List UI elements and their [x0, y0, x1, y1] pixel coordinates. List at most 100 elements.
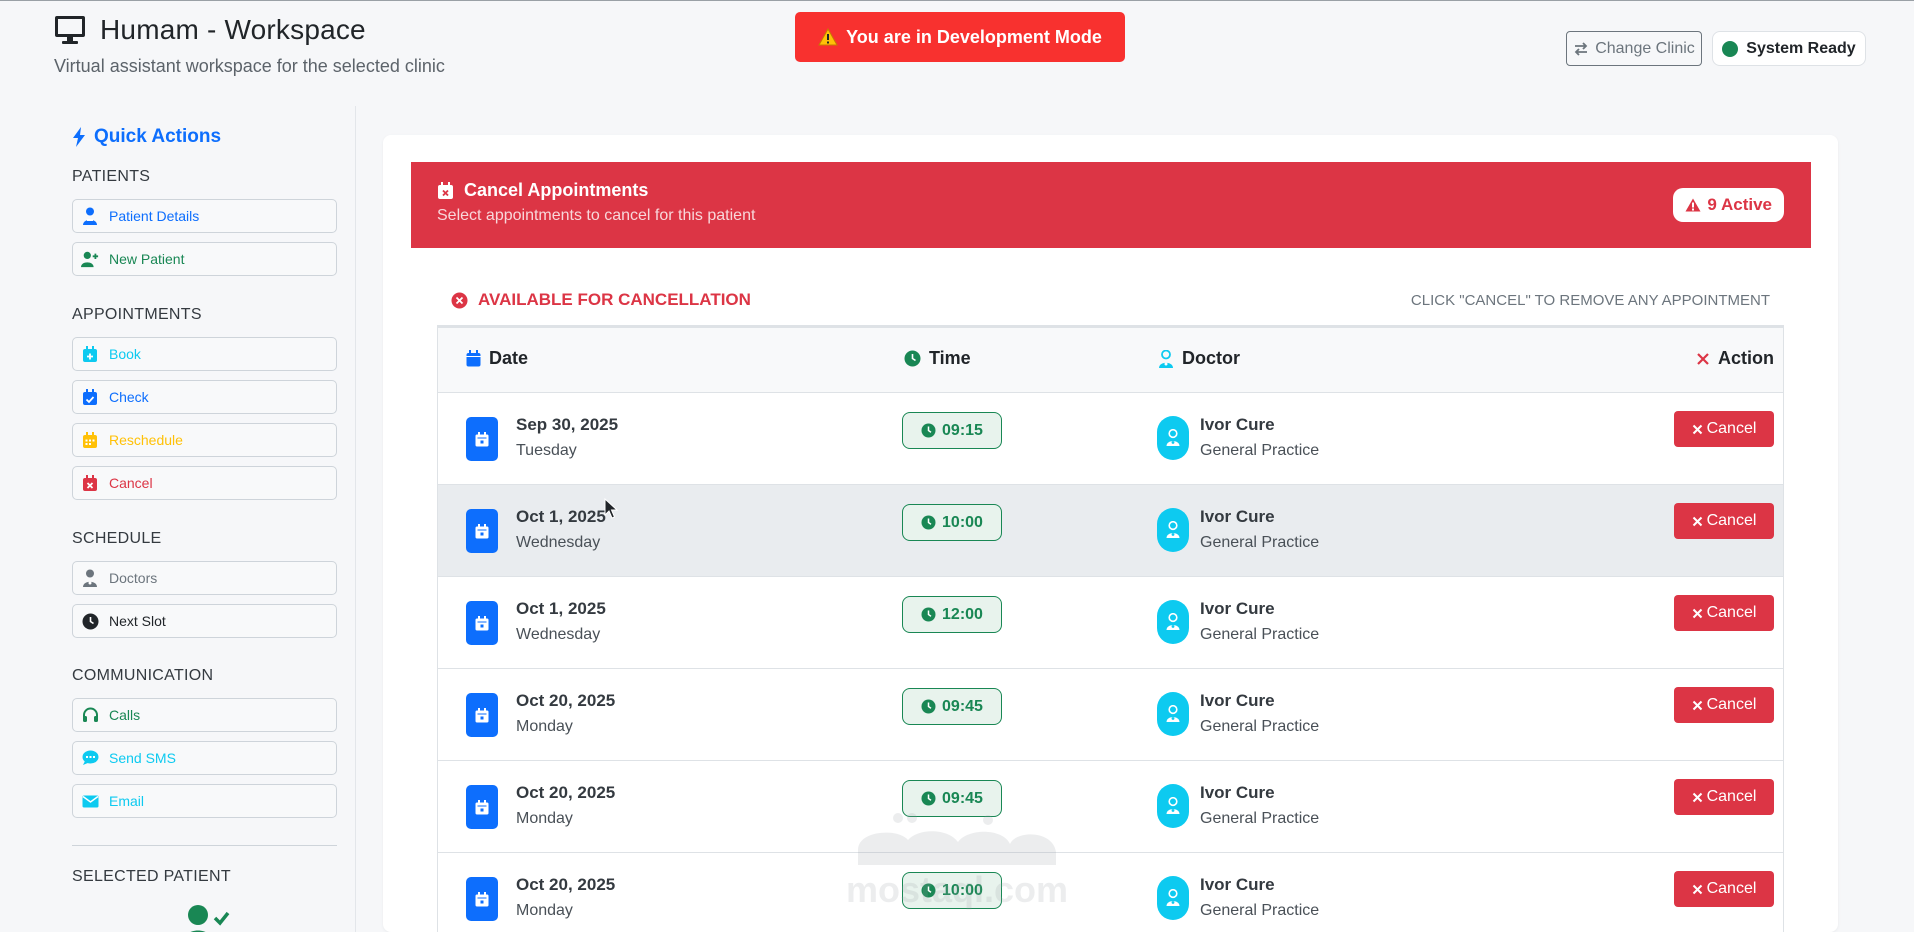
- check-button[interactable]: Check: [72, 380, 337, 414]
- table-row: Sep 30, 2025 Tuesday 09:15 Ivor Cure General…: [438, 392, 1783, 484]
- cancel-button-label: Cancel: [1706, 420, 1757, 437]
- calendar-check-icon: [81, 388, 99, 406]
- cancel-appointment-button[interactable]: Cancel: [1674, 687, 1774, 723]
- envelope-icon: [81, 792, 99, 810]
- cancel-title-text: Cancel Appointments: [464, 180, 649, 200]
- appointment-time: 12:00: [942, 605, 983, 623]
- appointment-weekday: Monday: [516, 718, 573, 735]
- next-slot-button[interactable]: Next Slot: [72, 604, 337, 638]
- calendar-day-icon: [466, 693, 498, 737]
- appointment-time-badge: 12:00: [902, 596, 1002, 633]
- available-bar: AVAILABLE FOR CANCELLATION CLICK "CANCEL…: [437, 280, 1784, 326]
- patient-details-button[interactable]: Patient Details: [72, 199, 337, 233]
- calendar-day-icon: [466, 417, 498, 461]
- col-action: Action: [1696, 348, 1774, 369]
- doctor-name: Ivor Cure: [1200, 415, 1275, 434]
- send-sms-label: Send SMS: [109, 750, 176, 766]
- watermark-logo: mostaql.com: [846, 813, 1068, 910]
- next-slot-label: Next Slot: [109, 613, 166, 629]
- cancel-appointment-button[interactable]: Cancel: [1674, 779, 1774, 815]
- appointment-date: Oct 1, 2025: [516, 599, 606, 618]
- calls-button[interactable]: Calls: [72, 698, 337, 732]
- appointment-date: Oct 1, 2025: [516, 507, 606, 526]
- email-button[interactable]: Email: [72, 784, 337, 818]
- clock-icon: [81, 612, 99, 630]
- calendar-day-icon: [466, 509, 498, 553]
- col-doctor-label: Doctor: [1182, 348, 1240, 368]
- xmark-icon: [1692, 884, 1703, 895]
- doctor-specialty: General Practice: [1200, 534, 1320, 551]
- appointment-date: Oct 20, 2025: [516, 783, 616, 802]
- bolt-icon: [73, 127, 85, 147]
- table-row: Oct 1, 2025 Wednesday 12:00 Ivor Cure Genera…: [438, 576, 1783, 668]
- dev-mode-banner: You are in Development Mode: [795, 12, 1125, 62]
- calendar-days-icon: [81, 431, 99, 449]
- cancel-appointments-header: Cancel Appointments Select appointments …: [411, 162, 1811, 248]
- quick-actions-sidebar: Quick Actions PATIENTS Patient Details N…: [0, 106, 356, 932]
- quick-actions-title: Quick Actions: [72, 126, 221, 148]
- appointments-table-wrap: AVAILABLE FOR CANCELLATION CLICK "CANCEL…: [437, 280, 1784, 932]
- clock-icon: [921, 515, 936, 530]
- doctor-name: Ivor Cure: [1200, 507, 1275, 526]
- xmark-icon: [1692, 424, 1703, 435]
- doctors-button[interactable]: Doctors: [72, 561, 337, 595]
- cancel-appointment-button[interactable]: Cancel: [1674, 871, 1774, 907]
- user-doctor-icon: [1159, 349, 1173, 368]
- watermark-text: mostaql.com: [846, 869, 1068, 910]
- active-count-badge: 9 Active: [1673, 188, 1784, 222]
- warning-icon: [818, 28, 838, 46]
- table-header: Date Time Doctor Action: [438, 328, 1783, 392]
- available-title-text: AVAILABLE FOR CANCELLATION: [478, 290, 751, 309]
- calendar-plus-icon: [81, 345, 99, 363]
- cancel-nav-button[interactable]: Cancel: [72, 466, 337, 500]
- exchange-icon: [1574, 41, 1588, 56]
- appointment-weekday: Wednesday: [516, 626, 601, 643]
- sidebar-divider: [72, 845, 337, 846]
- appointment-time-badge: 09:45: [902, 688, 1002, 725]
- new-patient-label: New Patient: [109, 251, 185, 267]
- appointment-weekday: Tuesday: [516, 442, 577, 459]
- quick-actions-label: Quick Actions: [94, 126, 222, 147]
- cancel-button-label: Cancel: [1706, 604, 1757, 621]
- cancel-button-label: Cancel: [1706, 696, 1757, 713]
- doctors-label: Doctors: [109, 570, 158, 586]
- cancel-button-label: Cancel: [1706, 512, 1757, 529]
- table-row: Oct 20, 2025 Monday 09:45 Ivor Cure General …: [438, 760, 1783, 852]
- sms-icon: [81, 749, 99, 767]
- reschedule-button[interactable]: Reschedule: [72, 423, 337, 457]
- book-label: Book: [109, 346, 141, 362]
- check-label: Check: [109, 389, 149, 405]
- calendar-day-icon: [466, 877, 498, 921]
- xmark-icon: [1692, 700, 1703, 711]
- appointment-weekday: Wednesday: [516, 534, 601, 551]
- doctor-avatar-icon: [1157, 416, 1189, 460]
- section-appointments: APPOINTMENTS: [72, 306, 202, 323]
- doctor-avatar-icon: [1157, 508, 1189, 552]
- appointment-date: Oct 20, 2025: [516, 691, 616, 710]
- cancel-button-label: Cancel: [1706, 880, 1757, 897]
- cancel-hint: CLICK "CANCEL" TO REMOVE ANY APPOINTMENT: [1410, 292, 1770, 309]
- doctor-avatar-icon: [1157, 692, 1189, 736]
- doctor-specialty: General Practice: [1200, 442, 1320, 459]
- section-patients: PATIENTS: [72, 168, 151, 185]
- cancel-appointment-button[interactable]: Cancel: [1674, 595, 1774, 631]
- cancel-appointment-button[interactable]: Cancel: [1674, 503, 1774, 539]
- cancel-appointment-button[interactable]: Cancel: [1674, 411, 1774, 447]
- calendar-xmark-icon: [438, 181, 453, 199]
- book-button[interactable]: Book: [72, 337, 337, 371]
- available-title: AVAILABLE FOR CANCELLATION: [451, 290, 751, 310]
- new-patient-button[interactable]: New Patient: [72, 242, 337, 276]
- col-time-label: Time: [929, 348, 971, 368]
- cancel-header-title: Cancel Appointments: [437, 180, 648, 201]
- table-row: Oct 20, 2025 Monday 10:00 Ivor Cure General …: [438, 852, 1783, 932]
- change-clinic-button[interactable]: Change Clinic: [1566, 31, 1702, 66]
- cancel-button-label: Cancel: [1706, 788, 1757, 805]
- doctor-avatar-icon: [1157, 600, 1189, 644]
- send-sms-button[interactable]: Send SMS: [72, 741, 337, 775]
- appointment-weekday: Monday: [516, 810, 573, 827]
- clock-icon: [921, 423, 936, 438]
- section-selected-patient: SELECTED PATIENT: [72, 868, 231, 885]
- clock-icon: [921, 607, 936, 622]
- calendar-day-icon: [466, 601, 498, 645]
- doctor-specialty: General Practice: [1200, 718, 1320, 735]
